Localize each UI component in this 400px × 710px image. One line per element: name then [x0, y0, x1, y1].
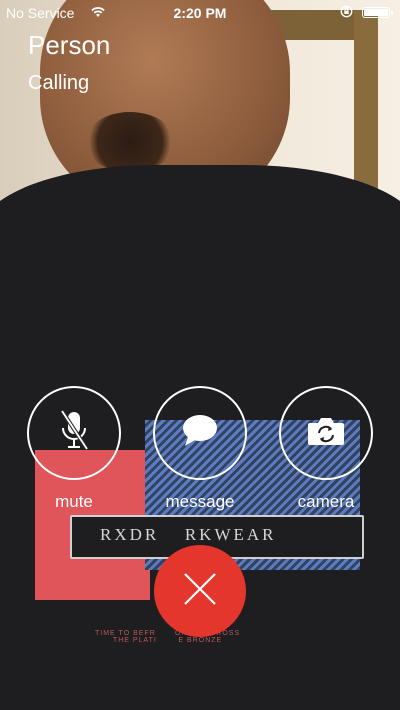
- camera-switch-icon: [306, 415, 346, 452]
- door-frame-side: [354, 10, 378, 200]
- battery-icon: [362, 7, 393, 18]
- message-bubble-icon: [180, 413, 220, 454]
- beard: [85, 112, 175, 172]
- status-bar: No Service 2:20 PM: [0, 0, 400, 26]
- mute-button[interactable]: [27, 386, 121, 480]
- close-icon: [182, 571, 218, 612]
- message-label: message: [165, 492, 235, 511]
- orientation-lock-icon: [340, 5, 353, 21]
- end-call-button[interactable]: [154, 545, 246, 637]
- camera-label: camera: [297, 492, 355, 511]
- caller-name: Person: [28, 30, 111, 60]
- microphone-muted-icon: [57, 409, 91, 458]
- shirt-print-text: RXDR RKWEAR: [100, 525, 277, 544]
- call-status: Calling: [28, 72, 90, 94]
- camera-button[interactable]: [279, 386, 373, 480]
- message-button[interactable]: [153, 386, 247, 480]
- mute-label: mute: [55, 492, 93, 511]
